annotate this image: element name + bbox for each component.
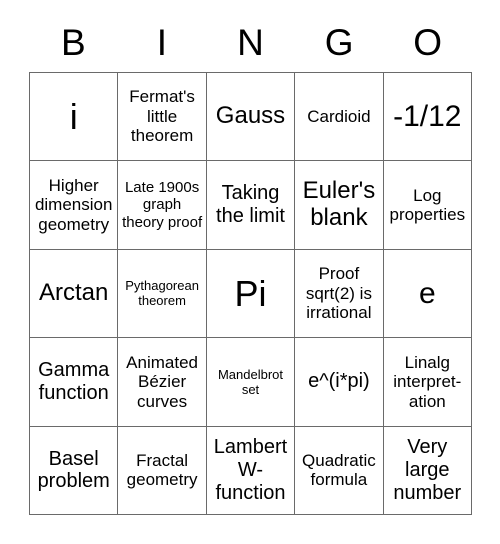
bingo-cell-label: Log properties bbox=[389, 185, 466, 225]
bingo-cell-label: Euler's blank bbox=[302, 177, 376, 232]
bingo-cell-r3c1[interactable]: Arctan bbox=[30, 249, 119, 339]
bingo-cell-label: Linalg interpret- ation bbox=[393, 352, 462, 411]
bingo-cell-label: Fermat's little theorem bbox=[129, 87, 195, 146]
bingo-cell-label: Proof sqrt(2) is irrational bbox=[305, 264, 372, 323]
header-letter-n: N bbox=[237, 21, 264, 63]
bingo-cell-r3c5[interactable]: e bbox=[383, 249, 472, 339]
bingo-cell-r5c4[interactable]: Quadratic formula bbox=[295, 426, 384, 515]
bingo-cell-label: Late 1900s graph theory proof bbox=[122, 179, 203, 231]
bingo-cell-r2c2[interactable]: Late 1900s graph theory proof bbox=[118, 161, 207, 250]
bingo-cell-label: Mandelbrot set bbox=[217, 366, 284, 397]
header-letter-o: O bbox=[413, 21, 443, 63]
bingo-cell-label: Fractal geometry bbox=[126, 450, 198, 490]
bingo-card: B I N G O i Fermat's little theorem Gauss C… bbox=[0, 0, 500, 544]
bingo-cell-label: Higher dimension geometry bbox=[34, 175, 113, 234]
header-letter-g: G bbox=[324, 21, 354, 63]
bingo-cell-label: Arctan bbox=[39, 279, 109, 307]
bingo-cell-label: i bbox=[69, 95, 78, 137]
bingo-cell-r4c2[interactable]: Animated Bézier curves bbox=[118, 338, 207, 427]
bingo-cell-r4c1[interactable]: Gamma function bbox=[30, 338, 119, 427]
bingo-cell-r1c1[interactable]: i bbox=[30, 73, 119, 162]
bingo-cell-label: Cardioid bbox=[307, 106, 371, 126]
bingo-cell-label: Lambert W- function bbox=[213, 436, 288, 504]
bingo-cell-label: Pythagorean theorem bbox=[125, 278, 199, 309]
bingo-grid: i Fermat's little theorem Gauss Cardioid -1/… bbox=[29, 72, 472, 515]
header-letter-i: I bbox=[156, 21, 168, 63]
bingo-cell-label: Basel problem bbox=[37, 447, 110, 493]
bingo-cell-label: e^(i*pi) bbox=[308, 370, 370, 393]
bingo-cell-r4c5[interactable]: Linalg interpret- ation bbox=[383, 338, 472, 427]
bingo-cell-r1c4[interactable]: Cardioid bbox=[295, 73, 384, 162]
bingo-cell-r2c1[interactable]: Higher dimension geometry bbox=[30, 161, 119, 250]
bingo-cell-r4c3[interactable]: Mandelbrot set bbox=[206, 338, 296, 427]
bingo-cell-r3c4[interactable]: Proof sqrt(2) is irrational bbox=[295, 249, 384, 339]
bingo-cell-r5c3[interactable]: Lambert W- function bbox=[206, 426, 296, 515]
bingo-cell-r5c2[interactable]: Fractal geometry bbox=[118, 426, 207, 515]
bingo-cell-r3c2[interactable]: Pythagorean theorem bbox=[118, 249, 207, 339]
bingo-cell-label: Very large number bbox=[393, 436, 462, 504]
bingo-cell-label: Gauss bbox=[215, 102, 286, 130]
bingo-cell-label: Quadratic formula bbox=[302, 450, 376, 490]
bingo-cell-label: -1/12 bbox=[393, 100, 462, 134]
bingo-cell-label: Animated Bézier curves bbox=[126, 352, 198, 411]
bingo-cell-label: Pi bbox=[234, 272, 267, 314]
bingo-cell-r2c5[interactable]: Log properties bbox=[383, 161, 472, 250]
bingo-cell-r3c3[interactable]: Pi bbox=[206, 249, 296, 339]
bingo-cell-r1c2[interactable]: Fermat's little theorem bbox=[118, 73, 207, 162]
bingo-cell-r2c4[interactable]: Euler's blank bbox=[295, 161, 384, 250]
bingo-cell-r1c3[interactable]: Gauss bbox=[206, 73, 296, 162]
bingo-cell-label: Taking the limit bbox=[216, 182, 285, 228]
bingo-cell-label: e bbox=[418, 276, 436, 310]
bingo-header-row: B I N G O bbox=[29, 16, 472, 68]
bingo-cell-r5c5[interactable]: Very large number bbox=[383, 426, 472, 515]
bingo-cell-r5c1[interactable]: Basel problem bbox=[30, 426, 119, 515]
bingo-cell-r4c4[interactable]: e^(i*pi) bbox=[295, 338, 384, 427]
header-letter-b: B bbox=[60, 21, 86, 63]
bingo-cell-r2c3[interactable]: Taking the limit bbox=[206, 161, 296, 250]
bingo-cell-r1c5[interactable]: -1/12 bbox=[383, 73, 472, 162]
bingo-cell-label: Gamma function bbox=[38, 359, 110, 404]
